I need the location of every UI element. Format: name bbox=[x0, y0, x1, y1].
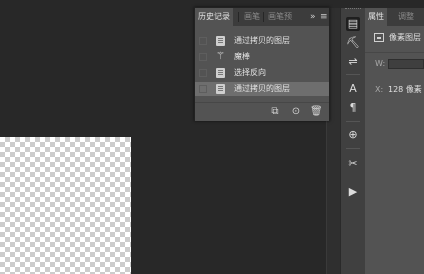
document-icon bbox=[216, 84, 225, 94]
history-state-row[interactable]: 通过拷贝的图层 bbox=[195, 34, 329, 48]
width-input[interactable] bbox=[388, 59, 424, 69]
history-state-label: 选择反向 bbox=[234, 68, 266, 77]
actions-play-icon[interactable]: ▶ bbox=[346, 185, 360, 199]
tab-properties[interactable]: 属性 bbox=[365, 8, 387, 26]
history-state-label: 通过拷贝的图层 bbox=[234, 84, 290, 93]
collapsed-panel-strip: ▤ ⛏ ⇌ A ¶ ⊕ ✂ ▶ bbox=[340, 8, 366, 274]
history-snapshot-checkbox[interactable] bbox=[199, 85, 207, 93]
transparent-document-canvas[interactable] bbox=[0, 137, 131, 274]
camera-snapshot-icon[interactable]: ⊙ bbox=[290, 106, 302, 118]
strip-divider bbox=[346, 74, 360, 75]
new-document-from-state-icon[interactable]: ⧉ bbox=[269, 106, 281, 118]
properties-header: 像素图层 bbox=[389, 33, 421, 42]
panel-menu-icon[interactable]: ≡ bbox=[320, 8, 328, 26]
tab-brush[interactable]: 画笔 bbox=[241, 8, 263, 26]
brush-presets-icon[interactable]: ⛏ bbox=[346, 36, 360, 50]
tab-brush-presets[interactable]: 画笔预 bbox=[265, 8, 299, 26]
tool-presets-icon[interactable]: ✂ bbox=[346, 157, 360, 171]
width-label: W: bbox=[375, 59, 386, 68]
clone-source-icon[interactable]: ⊕ bbox=[346, 128, 360, 142]
paragraph-icon[interactable]: ¶ bbox=[346, 101, 360, 115]
strip-divider bbox=[346, 148, 360, 149]
trash-icon[interactable]: 🗑 bbox=[310, 106, 323, 118]
overflow-chevron-icon[interactable]: » bbox=[310, 8, 316, 26]
document-icon bbox=[216, 68, 225, 78]
tab-adjustments[interactable]: 调整 bbox=[395, 8, 417, 26]
tab-separator bbox=[238, 12, 239, 22]
history-panel-tabbar: 历史记录 画笔 画笔预 » ≡ bbox=[195, 8, 329, 26]
history-snapshot-checkbox[interactable] bbox=[199, 37, 207, 45]
strip-grip-handle[interactable] bbox=[345, 8, 361, 12]
tab-separator bbox=[263, 12, 264, 22]
pixel-layer-icon bbox=[374, 33, 384, 42]
properties-panel-tabbar: 属性 调整 bbox=[365, 8, 424, 26]
magic-wand-icon: ⚚ bbox=[216, 51, 225, 62]
history-state-row[interactable]: 选择反向 bbox=[195, 66, 329, 80]
properties-divider bbox=[365, 52, 424, 53]
strip-divider bbox=[346, 121, 360, 122]
history-snapshot-checkbox[interactable] bbox=[199, 69, 207, 77]
x-position-value[interactable]: 128 像素 bbox=[388, 85, 422, 95]
history-panel-icon[interactable]: ▤ bbox=[346, 17, 360, 31]
character-icon[interactable]: A bbox=[346, 82, 360, 96]
history-state-row[interactable]: ⚚ 魔棒 bbox=[195, 50, 329, 64]
properties-panel: 属性 调整 像素图层 W: X: 128 像素 bbox=[365, 8, 424, 274]
history-state-row-selected[interactable]: 通过拷贝的图层 bbox=[195, 82, 329, 96]
history-state-label: 魔棒 bbox=[234, 52, 250, 61]
history-panel-footer: ⧉ ⊙ 🗑 bbox=[195, 102, 329, 121]
tab-history[interactable]: 历史记录 bbox=[195, 8, 233, 26]
history-panel: 历史记录 画笔 画笔预 » ≡ 通过拷贝的图层 ⚚ 魔棒 选择反向 通过拷贝的图… bbox=[194, 7, 330, 121]
x-position-label: X: bbox=[375, 85, 384, 94]
history-snapshot-checkbox[interactable] bbox=[199, 53, 207, 61]
history-state-label: 通过拷贝的图层 bbox=[234, 36, 290, 45]
adjustments-icon[interactable]: ⇌ bbox=[346, 55, 360, 69]
document-icon bbox=[216, 36, 225, 46]
